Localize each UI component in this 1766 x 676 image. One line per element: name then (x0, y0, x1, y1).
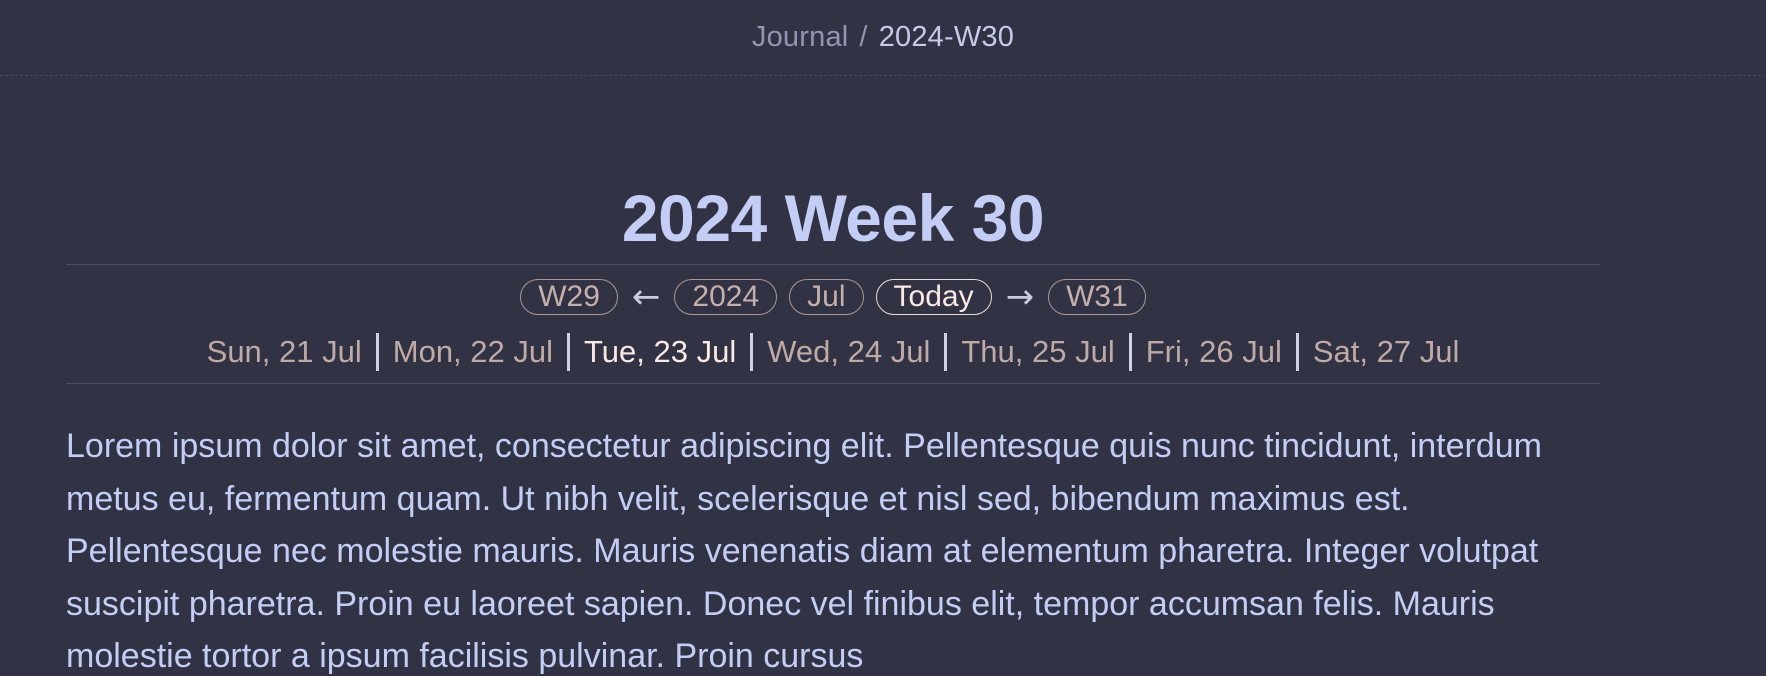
day-separator (1295, 333, 1299, 371)
day-separator (750, 333, 754, 371)
header-bottom-divider (66, 383, 1600, 384)
day-link-wed[interactable]: Wed, 24 Jul (767, 334, 930, 370)
week-days-list: Sun, 21 Jul Mon, 22 Jul Tue, 23 Jul Wed,… (66, 328, 1600, 376)
right-arrow-icon: → (1005, 277, 1035, 317)
next-week-button[interactable]: W31 (1048, 279, 1146, 315)
day-link-thu[interactable]: Thu, 25 Jul (961, 334, 1114, 370)
left-arrow-icon: ← (631, 277, 661, 317)
day-link-tue-current[interactable]: Tue, 23 Jul (584, 334, 736, 370)
day-separator (567, 333, 571, 371)
journal-page: Journal / 2024-W30 2024 Week 30 W29 ← 20… (0, 0, 1766, 676)
prev-week-button[interactable]: W29 (520, 279, 618, 315)
breadcrumb-current-page: 2024-W30 (878, 21, 1015, 53)
breadcrumb-journal-link[interactable]: Journal (752, 21, 849, 54)
breadcrumb-separator: / (859, 21, 868, 53)
note-body-paragraph[interactable]: Lorem ipsum dolor sit amet, consectetur … (66, 420, 1600, 676)
day-link-sat[interactable]: Sat, 27 Jul (1313, 334, 1459, 370)
day-separator (944, 333, 948, 371)
day-link-fri[interactable]: Fri, 26 Jul (1146, 334, 1282, 370)
day-separator (1128, 333, 1132, 371)
week-navigation: W29 ← 2024 Jul Today → W31 (66, 276, 1600, 318)
year-button[interactable]: 2024 (674, 279, 778, 315)
day-separator (375, 333, 379, 371)
today-button[interactable]: Today (875, 279, 992, 315)
month-button[interactable]: Jul (789, 279, 864, 315)
breadcrumb: Journal / 2024-W30 (0, 0, 1766, 76)
header-top-divider (66, 264, 1600, 265)
day-link-mon[interactable]: Mon, 22 Jul (393, 334, 553, 370)
day-link-sun[interactable]: Sun, 21 Jul (207, 334, 362, 370)
page-title: 2024 Week 30 (621, 181, 1045, 255)
